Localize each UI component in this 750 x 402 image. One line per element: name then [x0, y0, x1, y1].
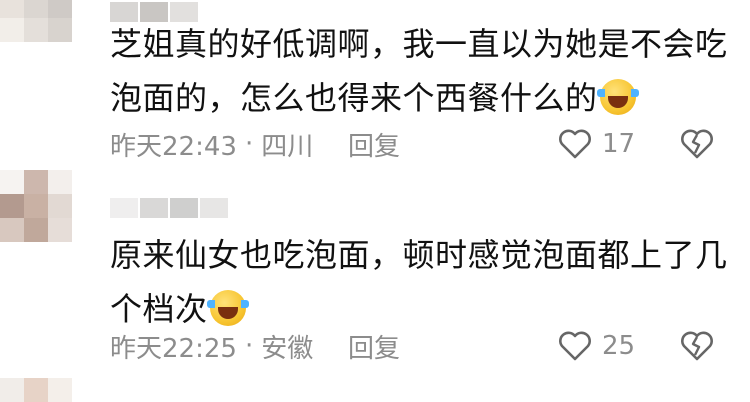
reply-button[interactable]: 回复	[348, 126, 400, 163]
dislike-button[interactable]	[680, 124, 714, 164]
username-redacted[interactable]	[110, 198, 228, 218]
comment-location: 四川	[261, 131, 314, 162]
like-count: 25	[602, 331, 636, 361]
comment-text-body: 原来仙女也吃泡面，顿时感觉泡面都上了几个档次	[110, 236, 728, 328]
avatar[interactable]	[0, 378, 72, 402]
reply-button[interactable]: 回复	[348, 328, 400, 365]
meta-separator: ·	[244, 331, 254, 361]
comment-time: 昨天22:25	[110, 333, 237, 364]
broken-heart-icon	[680, 129, 714, 159]
comment-text: 原来仙女也吃泡面，顿时感觉泡面都上了几个档次	[110, 228, 730, 336]
heart-outline-icon	[558, 129, 592, 159]
avatar[interactable]	[0, 170, 72, 242]
heart-outline-icon	[558, 331, 592, 361]
avatar[interactable]	[0, 0, 72, 42]
comment-time: 昨天22:43	[110, 131, 237, 162]
like-count: 17	[602, 129, 636, 159]
comment-item: 芝姐真的好低调啊，我一直以为她是不会吃泡面的，怎么也得来个西餐什么的 昨天22:…	[0, 0, 750, 170]
dislike-button[interactable]	[680, 326, 714, 366]
comment-meta: 昨天22:25 · 安徽 回复 25	[110, 326, 750, 366]
meta-separator: ·	[244, 129, 254, 159]
laughing-crying-emoji-icon	[206, 290, 249, 326]
laughing-crying-emoji-icon	[596, 79, 639, 115]
comment-location: 安徽	[261, 333, 314, 364]
comment-text: 芝姐真的好低调啊，我一直以为她是不会吃泡面的，怎么也得来个西餐什么的	[110, 17, 730, 125]
like-button[interactable]: 25	[558, 326, 635, 366]
broken-heart-icon	[680, 331, 714, 361]
like-button[interactable]: 17	[558, 124, 635, 164]
comment-item: 原来仙女也吃泡面，顿时感觉泡面都上了几个档次 昨天22:25 · 安徽 回复 2…	[0, 170, 750, 370]
comment-meta: 昨天22:43 · 四川 回复 17	[110, 124, 750, 164]
